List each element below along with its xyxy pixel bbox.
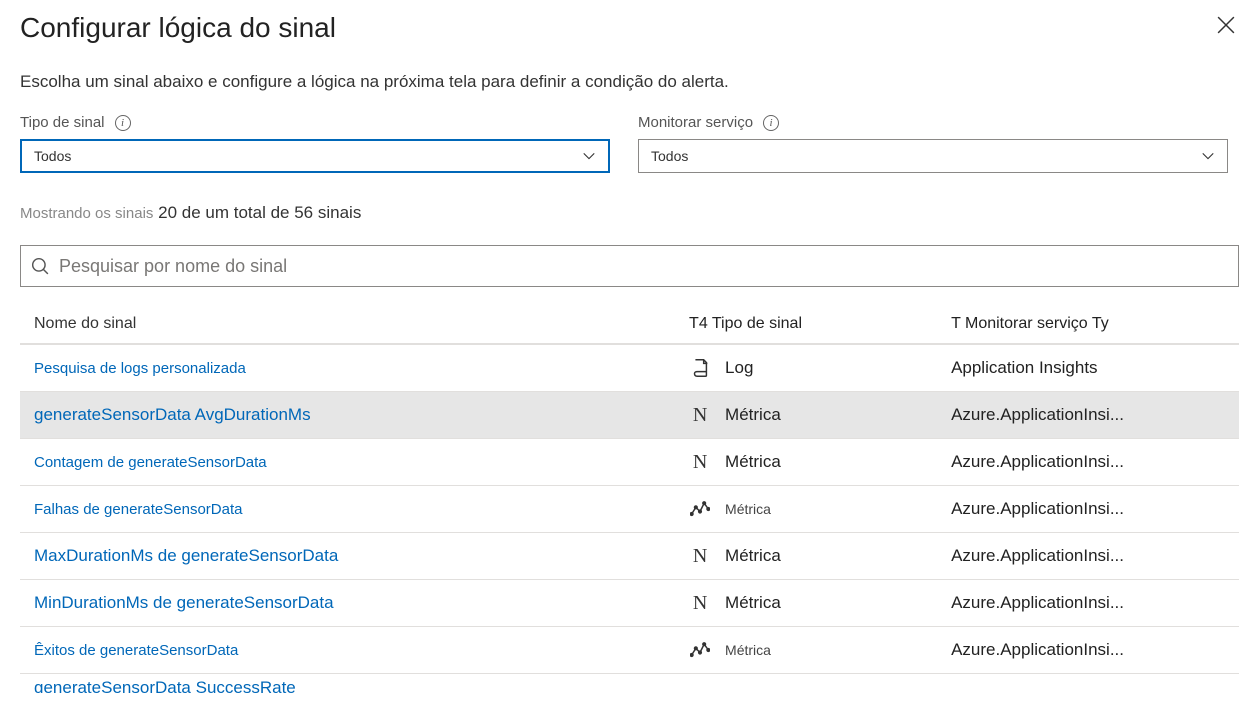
signal-type-icon xyxy=(689,639,711,661)
table-row[interactable]: generateSensorData SuccessRate xyxy=(20,673,1239,693)
signal-service-cell: Azure.ApplicationInsi... xyxy=(951,640,1225,660)
table-row[interactable]: MaxDurationMs de generateSensorDataN Métr… xyxy=(20,532,1239,579)
signal-name-link[interactable]: Falhas de generateSensorData xyxy=(34,501,689,518)
signal-type-cell: N Métrica xyxy=(689,592,951,614)
info-icon[interactable]: i xyxy=(763,115,779,131)
signal-name-link[interactable]: Pesquisa de logs personalizada xyxy=(34,360,689,377)
monitor-service-dropdown[interactable]: Todos xyxy=(638,139,1228,173)
monitor-service-label: Monitorar serviço xyxy=(638,114,753,131)
signal-type-cell: Métrica xyxy=(689,498,951,520)
close-button[interactable] xyxy=(1213,12,1239,42)
chevron-down-icon xyxy=(582,149,596,163)
signal-type-cell: Log xyxy=(689,357,951,379)
signal-type-text: Métrica xyxy=(725,593,781,613)
signal-type-text: Log xyxy=(725,358,753,378)
signal-name-link[interactable]: generateSensorData SuccessRate xyxy=(34,678,689,694)
info-icon[interactable]: i xyxy=(115,115,131,131)
signal-name-link[interactable]: MaxDurationMs de generateSensorData xyxy=(34,546,689,566)
signal-type-icon xyxy=(689,357,711,379)
signal-type-cell: Métrica xyxy=(689,639,951,661)
signal-name-link[interactable]: generateSensorData AvgDurationMs xyxy=(34,405,689,425)
table-row[interactable]: Contagem de generateSensorDataN Métrica Az… xyxy=(20,438,1239,485)
signal-type-text: Métrica xyxy=(725,501,771,517)
signal-type-cell: N Métrica xyxy=(689,451,951,473)
status-text: Mostrando os sinais 20 de um total de 56… xyxy=(20,203,1239,223)
status-prefix: Mostrando os sinais xyxy=(20,205,153,222)
signal-type-dropdown[interactable]: Todos xyxy=(20,139,610,173)
signal-type-label: Tipo de sinal xyxy=(20,114,105,131)
signal-service-cell: Azure.ApplicationInsi... xyxy=(951,593,1225,613)
signal-type-icon: N xyxy=(689,545,711,567)
signal-type-icon: N xyxy=(689,592,711,614)
signal-type-icon xyxy=(689,498,711,520)
page-description: Escolha um sinal abaixo e configure a ló… xyxy=(20,72,1239,92)
metric-n-icon: N xyxy=(693,592,707,615)
metric-n-icon: N xyxy=(693,451,707,474)
column-header-name[interactable]: Nome do sinal xyxy=(34,315,689,333)
table-row[interactable]: generateSensorData AvgDurationMsN Métrica… xyxy=(20,391,1239,438)
table-row[interactable]: Êxitos de generateSensorData Métrica Azure… xyxy=(20,626,1239,673)
signal-service-cell: Azure.ApplicationInsi... xyxy=(951,499,1225,519)
signal-type-icon: N xyxy=(689,451,711,473)
signal-type-icon: N xyxy=(689,404,711,426)
search-icon xyxy=(31,257,49,275)
log-icon xyxy=(689,356,711,380)
signal-type-text: Métrica xyxy=(725,452,781,472)
chevron-down-icon xyxy=(1201,149,1215,163)
search-box[interactable] xyxy=(20,245,1239,287)
metric-line-icon xyxy=(690,499,710,519)
page-title: Configurar lógica do sinal xyxy=(20,12,336,44)
signal-type-text: Métrica xyxy=(725,405,781,425)
status-count: 20 de um total de 56 sinais xyxy=(158,203,361,222)
table-row[interactable]: Pesquisa de logs personalizada Log Applica… xyxy=(20,344,1239,391)
signal-service-cell: Azure.ApplicationInsi... xyxy=(951,405,1225,425)
column-header-service[interactable]: T Monitorar serviço Ty xyxy=(951,315,1225,333)
monitor-service-value: Todos xyxy=(651,148,688,164)
signal-service-cell: Azure.ApplicationInsi... xyxy=(951,452,1225,472)
metric-n-icon: N xyxy=(693,404,707,427)
signal-service-cell: Application Insights xyxy=(951,358,1225,378)
metric-line-icon xyxy=(690,640,710,660)
signal-name-link[interactable]: Êxitos de generateSensorData xyxy=(34,642,689,659)
signal-type-value: Todos xyxy=(34,148,71,164)
close-icon xyxy=(1217,16,1235,34)
table-row[interactable]: MinDurationMs de generateSensorDataN Métr… xyxy=(20,579,1239,626)
metric-n-icon: N xyxy=(693,545,707,568)
signal-name-link[interactable]: MinDurationMs de generateSensorData xyxy=(34,593,689,613)
table-row[interactable]: Falhas de generateSensorData Métrica Azure… xyxy=(20,485,1239,532)
signal-type-cell: N Métrica xyxy=(689,404,951,426)
signal-type-text: Métrica xyxy=(725,546,781,566)
search-input[interactable] xyxy=(59,256,1228,277)
column-header-type[interactable]: T4 Tipo de sinal xyxy=(689,315,951,333)
signal-name-link[interactable]: Contagem de generateSensorData xyxy=(34,454,689,471)
signal-type-cell: N Métrica xyxy=(689,545,951,567)
signal-type-text: Métrica xyxy=(725,642,771,658)
signal-service-cell: Azure.ApplicationInsi... xyxy=(951,546,1225,566)
